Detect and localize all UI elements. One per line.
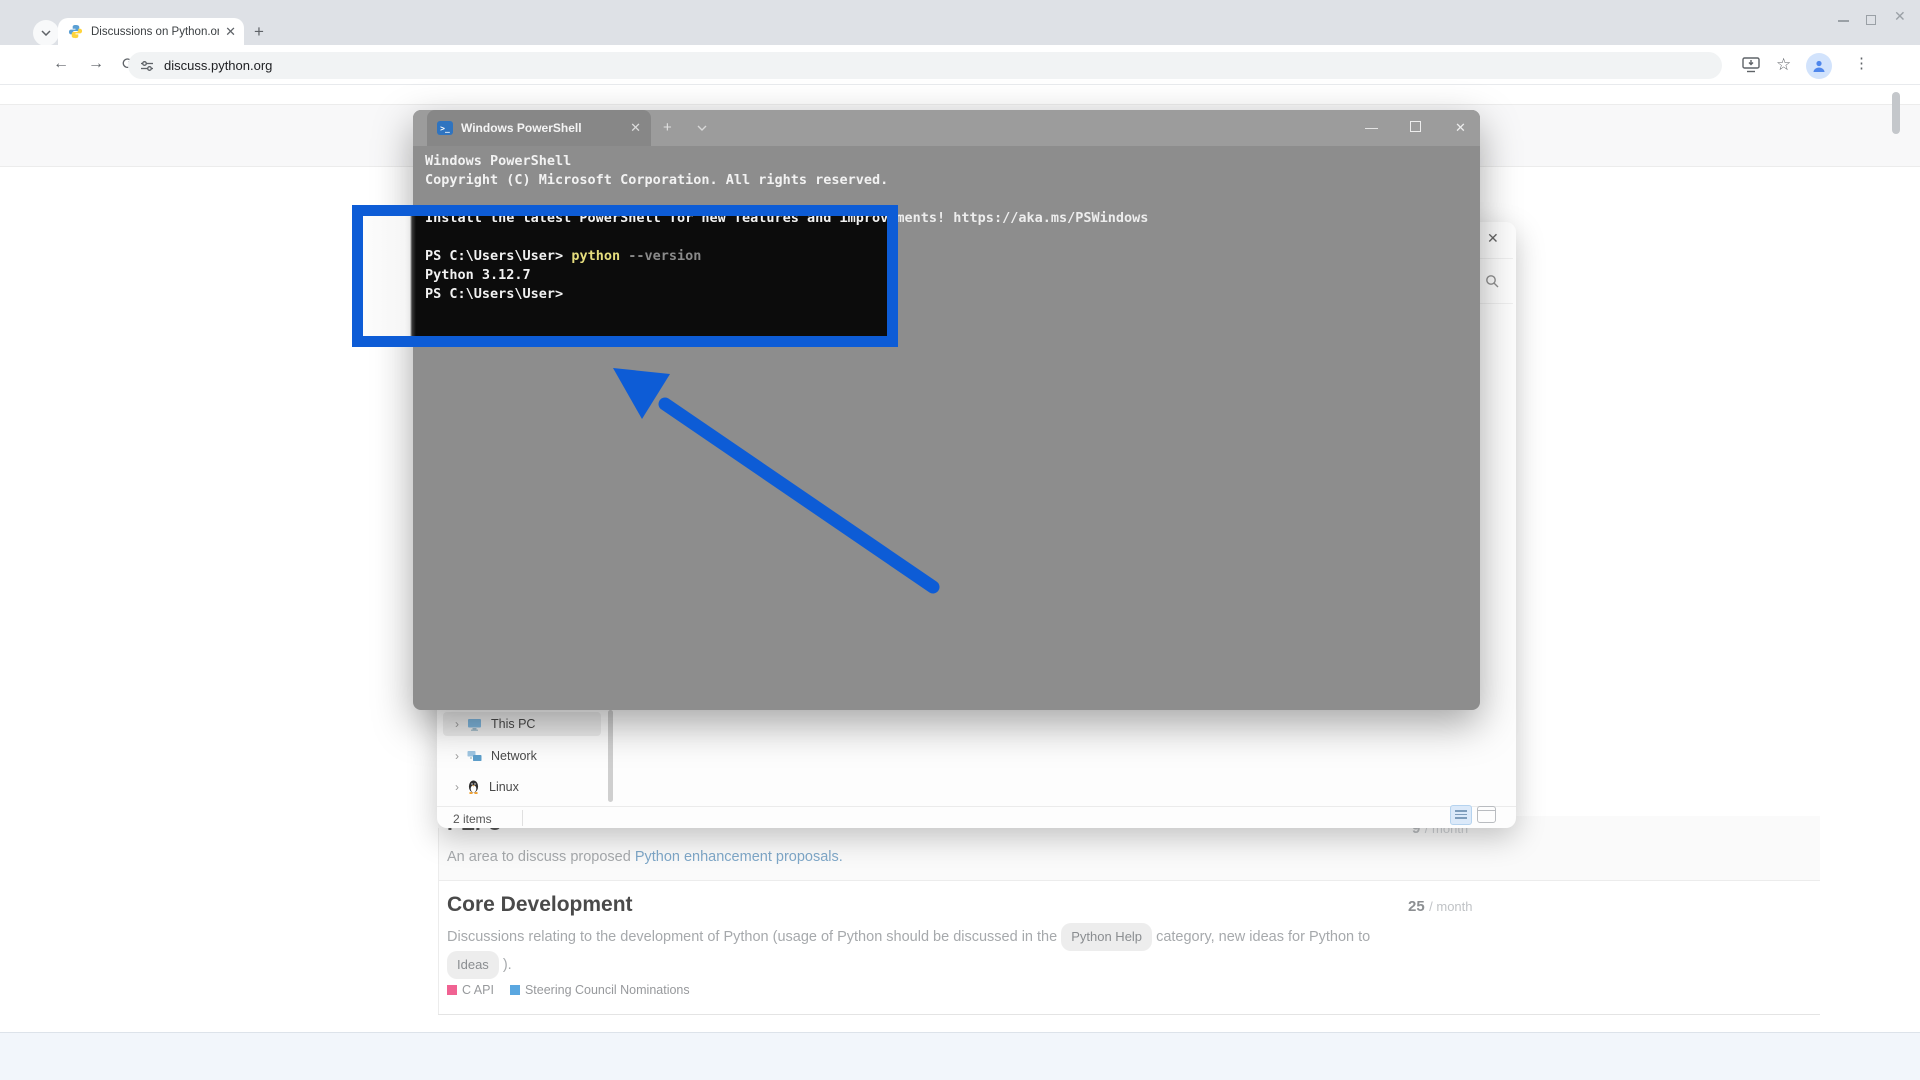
explorer-item-count: 2 items bbox=[453, 812, 492, 826]
annotation-arrow bbox=[580, 340, 980, 620]
hl-prompt-line: PS C:\Users\User> python --version bbox=[425, 247, 701, 266]
window-close-button[interactable]: ✕ bbox=[1894, 8, 1906, 25]
address-bar[interactable]: discuss.python.org bbox=[128, 52, 1722, 79]
explorer-close-icon[interactable]: ✕ bbox=[1487, 230, 1499, 247]
terminal-new-tab-button[interactable]: + bbox=[663, 119, 672, 136]
sidebar-label: This PC bbox=[491, 717, 535, 731]
explorer-footer-divider bbox=[437, 806, 1516, 807]
hl-prompt-line2: PS C:\Users\User> bbox=[425, 285, 563, 304]
expand-chevron-icon[interactable]: › bbox=[455, 780, 459, 794]
terminal-banner-line2: Copyright (C) Microsoft Corporation. All… bbox=[425, 171, 888, 190]
terminal-close-button[interactable]: ✕ bbox=[1455, 120, 1466, 136]
taskbar bbox=[0, 1032, 1920, 1080]
row-divider bbox=[438, 880, 1820, 881]
window-maximize-button[interactable] bbox=[1866, 15, 1876, 25]
browser-tab-active[interactable]: Discussions on Python.org ✕ bbox=[58, 18, 244, 45]
tab-title: Discussions on Python.org bbox=[91, 26, 219, 38]
terminal-minimize-button[interactable]: — bbox=[1365, 120, 1378, 135]
terminal-titlebar[interactable]: >_ Windows PowerShell ✕ + — ✕ bbox=[413, 110, 1480, 146]
page-scrollbar-thumb[interactable] bbox=[1892, 92, 1900, 134]
core-dev-stat-value: 25 bbox=[1408, 898, 1425, 915]
explorer-search-icon[interactable] bbox=[1485, 274, 1499, 288]
expand-chevron-icon[interactable]: › bbox=[455, 749, 459, 763]
peps-desc-text: An area to discuss proposed bbox=[447, 849, 635, 865]
explorer-separator bbox=[1477, 258, 1513, 259]
install-app-icon[interactable] bbox=[1742, 57, 1760, 73]
sidebar-label: Network bbox=[491, 749, 537, 763]
forward-icon[interactable]: → bbox=[88, 55, 104, 73]
sidebar-scrollbar[interactable] bbox=[608, 710, 613, 802]
core-dev-description: Discussions relating to the development … bbox=[447, 923, 1407, 979]
linux-penguin-icon bbox=[467, 780, 480, 794]
ideas-badge[interactable]: Ideas bbox=[447, 951, 499, 979]
person-icon bbox=[1812, 59, 1826, 73]
browser-menu-icon[interactable]: ⋮ bbox=[1854, 54, 1869, 72]
url-text: discuss.python.org bbox=[164, 58, 272, 73]
terminal-tab-close-icon[interactable]: ✕ bbox=[630, 120, 641, 136]
powershell-icon: >_ bbox=[437, 121, 453, 135]
terminal-tab[interactable]: >_ Windows PowerShell ✕ bbox=[427, 110, 651, 146]
highlight-undimmed-region: Install the latest PowerShell for new fe… bbox=[363, 216, 887, 336]
window-minimize-button[interactable] bbox=[1838, 20, 1849, 22]
explorer-separator2 bbox=[1477, 303, 1513, 304]
screen: Discussions on Python.org ✕ + ✕ ← → ⟳ di… bbox=[0, 0, 1920, 1080]
bookmark-star-icon[interactable]: ☆ bbox=[1776, 55, 1791, 75]
terminal-maximize-button[interactable] bbox=[1410, 121, 1421, 132]
expand-chevron-icon[interactable]: › bbox=[455, 717, 459, 731]
steering-tag-label[interactable]: Steering Council Nominations bbox=[525, 983, 690, 997]
chevron-down-icon bbox=[41, 30, 51, 36]
site-info-icon[interactable] bbox=[140, 60, 154, 72]
terminal-dropdown-icon[interactable] bbox=[697, 125, 707, 131]
peps-desc-link[interactable]: Python enhancement proposals. bbox=[635, 849, 843, 865]
tab-close-icon[interactable]: ✕ bbox=[219, 24, 236, 40]
sidebar-item-network[interactable]: › Network bbox=[443, 744, 601, 768]
core-dev-stat-unit: / month bbox=[1429, 899, 1472, 914]
core-desc-3: Python to bbox=[1309, 929, 1370, 945]
core-dev-tags: C API Steering Council Nominations bbox=[447, 983, 706, 997]
back-icon[interactable]: ← bbox=[53, 55, 69, 73]
this-pc-icon bbox=[467, 718, 482, 731]
terminal-banner-line1: Windows PowerShell bbox=[425, 152, 571, 171]
sidebar-item-linux[interactable]: › Linux bbox=[443, 775, 601, 799]
tab-search-button[interactable] bbox=[33, 20, 59, 46]
c-api-tag-label[interactable]: C API bbox=[462, 983, 494, 997]
browser-tab-strip bbox=[0, 0, 1920, 45]
details-view-toggle[interactable] bbox=[1450, 805, 1472, 825]
hl-update-line: Install the latest PowerShell for new fe… bbox=[425, 216, 887, 228]
core-desc-2: category, new ideas for bbox=[1156, 929, 1305, 945]
core-desc-1: Discussions relating to the development … bbox=[447, 929, 1057, 945]
new-tab-button[interactable]: + bbox=[254, 22, 264, 42]
status-divider bbox=[522, 810, 523, 826]
core-dev-title[interactable]: Core Development bbox=[447, 893, 633, 917]
row-divider-bottom bbox=[438, 1014, 1820, 1015]
annotation-highlight-box: Install the latest PowerShell for new fe… bbox=[352, 205, 898, 347]
steering-tag-square bbox=[510, 985, 520, 995]
python-favicon-icon bbox=[68, 24, 83, 39]
core-dev-stat: 25 / month bbox=[1408, 898, 1473, 916]
hl-output-line: Python 3.12.7 bbox=[425, 266, 531, 285]
network-icon bbox=[467, 750, 482, 763]
peps-description: An area to discuss proposed Python enhan… bbox=[447, 849, 843, 865]
profile-avatar[interactable] bbox=[1806, 53, 1832, 79]
thumbnail-view-toggle[interactable] bbox=[1477, 806, 1496, 823]
terminal-tab-title: Windows PowerShell bbox=[461, 121, 630, 135]
category-table-border bbox=[438, 828, 439, 1014]
sidebar-label: Linux bbox=[489, 780, 519, 794]
c-api-tag-square bbox=[447, 985, 457, 995]
core-desc-4: ). bbox=[503, 957, 512, 973]
python-help-badge[interactable]: Python Help bbox=[1061, 923, 1152, 951]
sidebar-item-this-pc[interactable]: › This PC bbox=[443, 712, 601, 736]
